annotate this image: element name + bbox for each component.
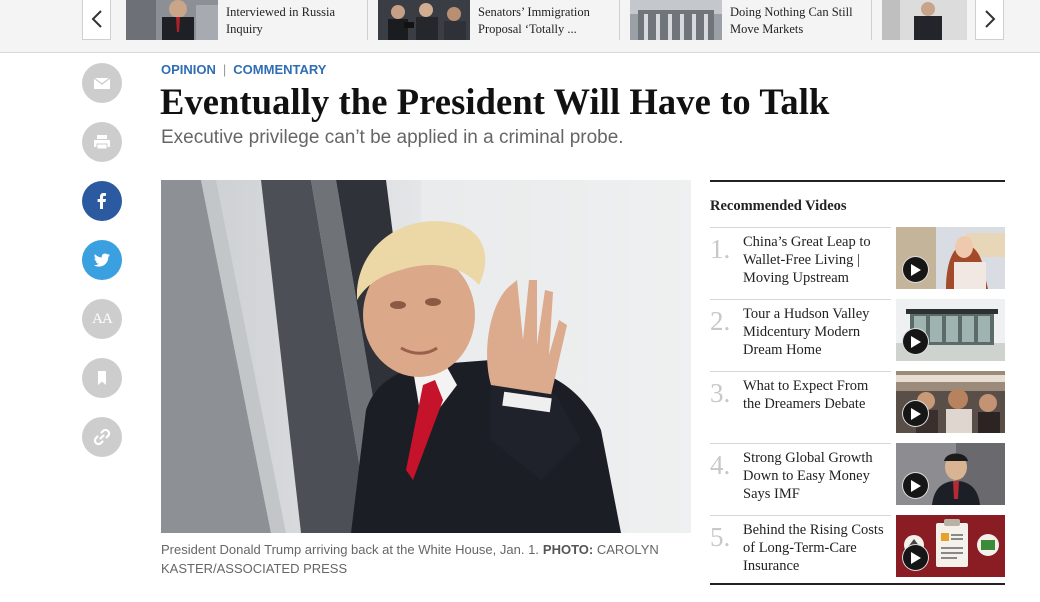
print-icon — [94, 135, 110, 150]
video-title[interactable]: Tour a Hudson Valley Midcentury Modern D… — [743, 305, 889, 359]
flashline-separator: | — [222, 62, 227, 77]
video-list-item[interactable]: 1. China’s Great Leap to Wallet-Free Liv… — [710, 227, 1005, 299]
recommended-videos: Recommended Videos 1. China’s Great Leap… — [710, 180, 1005, 587]
video-thumbnail[interactable] — [896, 299, 1005, 361]
carousel-item-title: Doing Nothing Can Still Move Markets — [730, 5, 853, 36]
video-thumbnail[interactable] — [896, 227, 1005, 289]
video-list-item[interactable]: 2. Tour a Hudson Valley Midcentury Moder… — [710, 299, 1005, 371]
play-icon — [911, 479, 921, 492]
photo-caption: President Donald Trump arriving back at … — [161, 540, 691, 578]
hero-photo — [161, 180, 691, 533]
carousel-item-title: Interviewed in Russia Inquiry — [226, 5, 336, 36]
video-title[interactable]: China’s Great Leap to Wallet-Free Living… — [743, 233, 889, 287]
section-link-opinion[interactable]: OPINION — [161, 62, 216, 77]
carousel-thumbnail — [126, 0, 218, 40]
photo-credit-label: PHOTO: — [542, 542, 594, 557]
article-headline: Eventually the President Will Have to Ta… — [160, 81, 830, 122]
twitter-icon — [93, 253, 110, 267]
article-flashline: OPINION | COMMENTARY — [161, 62, 326, 77]
carousel-thumbnail — [882, 0, 967, 40]
video-list-item[interactable]: 4. Strong Global Growth Down to Easy Mon… — [710, 443, 1005, 515]
carousel-thumbnail — [630, 0, 722, 40]
video-text: 4. Strong Global Growth Down to Easy Mon… — [710, 443, 891, 515]
bookmark-icon — [98, 371, 106, 385]
video-title[interactable]: Behind the Rising Costs of Long-Term-Car… — [743, 521, 889, 575]
video-rank: 5. — [710, 522, 731, 552]
carousel-item-title: Senators’ Immigration Proposal ‘Totally … — [478, 5, 590, 36]
carousel-divider — [871, 0, 872, 40]
video-play-button[interactable] — [902, 472, 929, 499]
video-play-button[interactable] — [902, 400, 929, 427]
play-icon — [911, 263, 921, 276]
link-icon — [93, 428, 111, 446]
video-rank: 4. — [710, 450, 731, 480]
article-hero-image[interactable] — [161, 180, 691, 533]
twitter-share-button[interactable] — [82, 240, 122, 280]
facebook-share-button[interactable] — [82, 181, 122, 221]
recommended-videos-heading: Recommended Videos — [710, 198, 847, 214]
email-share-button[interactable] — [82, 63, 122, 103]
video-list-item[interactable]: 3. What to Expect From the Dreamers Deba… — [710, 371, 1005, 443]
carousel-next-button[interactable] — [975, 0, 1004, 40]
email-icon — [93, 77, 111, 89]
carousel-thumbnail — [378, 0, 470, 40]
recommended-videos-bottom-rule — [710, 583, 1005, 585]
carousel-prev-button[interactable] — [82, 0, 111, 40]
carousel-item[interactable]: Interviewed in Russia Inquiry — [126, 0, 366, 40]
play-icon — [911, 407, 921, 420]
section-link-commentary[interactable]: COMMENTARY — [233, 62, 326, 77]
video-thumbnail[interactable] — [896, 371, 1005, 433]
video-thumbnail[interactable] — [896, 515, 1005, 577]
video-play-button[interactable] — [902, 328, 929, 355]
video-list-item[interactable]: 5. Behind the Rising Costs of Long-Term-… — [710, 515, 1005, 587]
share-toolbar: AA — [82, 63, 122, 476]
carousel-divider — [367, 0, 368, 40]
video-title[interactable]: Strong Global Growth Down to Easy Money … — [743, 449, 889, 503]
video-play-button[interactable] — [902, 256, 929, 283]
video-text: 2. Tour a Hudson Valley Midcentury Moder… — [710, 299, 891, 371]
print-button[interactable] — [82, 122, 122, 162]
video-rank: 3. — [710, 378, 731, 408]
video-title[interactable]: What to Expect From the Dreamers Debate — [743, 377, 889, 413]
video-rank: 2. — [710, 306, 731, 336]
carousel-thumbnail-image — [126, 0, 218, 40]
play-icon — [911, 551, 921, 564]
text-size-button[interactable]: AA — [82, 299, 122, 339]
save-article-button[interactable] — [82, 358, 122, 398]
video-thumbnail[interactable] — [896, 443, 1005, 505]
carousel-item[interactable]: Doing Nothing Can Still Move Markets — [630, 0, 870, 40]
chevron-left-icon — [91, 10, 102, 28]
play-icon — [911, 335, 921, 348]
related-articles-carousel: Interviewed in Russia Inquiry Senators’ … — [0, 0, 1040, 53]
chevron-right-icon — [984, 10, 995, 28]
carousel-divider — [619, 0, 620, 40]
video-play-button[interactable] — [902, 544, 929, 571]
caption-text: President Donald Trump arriving back at … — [161, 542, 539, 557]
video-text: 5. Behind the Rising Costs of Long-Term-… — [710, 515, 891, 587]
video-rank: 1. — [710, 234, 731, 264]
carousel-item[interactable] — [882, 0, 967, 40]
article-dek: Executive privilege can’t be applied in … — [161, 127, 624, 148]
video-text: 3. What to Expect From the Dreamers Deba… — [710, 371, 891, 443]
copy-link-button[interactable] — [82, 417, 122, 457]
video-text: 1. China’s Great Leap to Wallet-Free Liv… — [710, 227, 891, 299]
carousel-thumbnail-image — [882, 0, 967, 40]
carousel-item[interactable]: Senators’ Immigration Proposal ‘Totally … — [378, 0, 618, 40]
facebook-icon — [97, 193, 106, 209]
carousel-thumbnail-image — [378, 0, 470, 40]
carousel-thumbnail-image — [630, 0, 722, 40]
text-size-icon: AA — [92, 310, 113, 327]
